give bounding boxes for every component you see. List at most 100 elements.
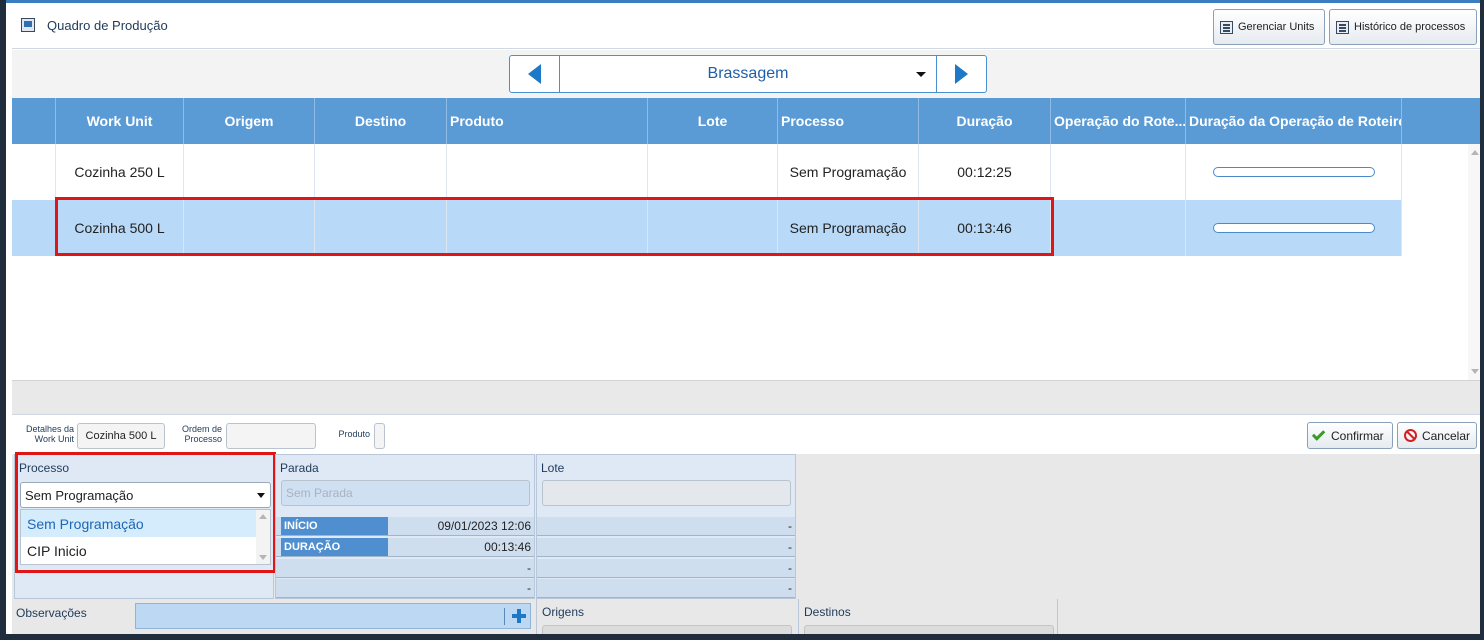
confirm-label: Confirmar — [1331, 428, 1384, 443]
history-list-icon — [1336, 20, 1349, 34]
observacoes-separator — [504, 608, 505, 625]
produto-label: Produto — [338, 429, 370, 439]
work-unit-details-label: Detalhes da Work Unit — [25, 424, 74, 444]
extra-value-1: - — [527, 561, 531, 575]
inicio-value: 09/01/2023 12:06 — [437, 519, 531, 533]
header-bar: Quadro de Produção Gerenciar Units Histó… — [12, 3, 1480, 49]
column-header-work-unit[interactable]: Work Unit — [56, 98, 184, 144]
column-header-duracao-operacao-roteiro[interactable]: Duração da Operação de Roteiro — [1186, 98, 1402, 144]
column-header-duracao[interactable]: Duração — [919, 98, 1051, 144]
destinos-label: Destinos — [804, 605, 851, 619]
app-window: Quadro de Produção Gerenciar Units Histó… — [0, 0, 1484, 640]
inicio-label: INÍCIO — [281, 517, 388, 535]
lote-cell — [648, 144, 778, 200]
lote-cell — [648, 200, 778, 256]
dropdown-scrollbar[interactable] — [256, 510, 270, 564]
lote-field[interactable] — [542, 480, 791, 506]
grid-body: Cozinha 250 L Sem Programação 00:12:25 C… — [12, 144, 1468, 380]
column-header-produto[interactable]: Produto — [447, 98, 648, 144]
stage-navigator: Brassagem — [509, 55, 987, 93]
origens-field[interactable] — [542, 625, 792, 634]
origem-cell — [184, 144, 315, 200]
origens-panel: Origens — [536, 599, 798, 634]
cancel-button[interactable]: Cancelar — [1397, 422, 1477, 449]
destinos-field[interactable] — [804, 625, 1054, 634]
observacoes-field[interactable] — [135, 603, 531, 629]
ordem-processo-label: Ordem de Processo — [181, 424, 222, 444]
work-unit-cell: Cozinha 500 L — [56, 200, 184, 256]
extra-row-1: - — [276, 559, 534, 578]
cancel-label: Cancelar — [1421, 428, 1470, 443]
production-board-icon — [21, 18, 35, 32]
processo-select-value: Sem Programação — [25, 487, 134, 503]
chevron-down-icon — [916, 72, 926, 77]
previous-stage-button[interactable] — [510, 56, 560, 92]
origem-cell — [184, 200, 315, 256]
historico-processos-label: Histórico de processos — [1354, 21, 1466, 33]
column-header-processo[interactable]: Processo — [778, 98, 919, 144]
column-header-indicator — [12, 98, 56, 144]
observacoes-label: Observações — [16, 606, 87, 620]
process-form: Processo Sem Programação Sem Programação… — [12, 452, 1480, 634]
lote-row-4-value: - — [788, 581, 792, 595]
gerenciar-units-button[interactable]: Gerenciar Units — [1213, 9, 1325, 45]
destino-cell — [315, 144, 447, 200]
gerenciar-units-label: Gerenciar Units — [1238, 21, 1315, 33]
destino-cell — [315, 200, 447, 256]
details-toolbar: Detalhes da Work Unit Cozinha 500 L Orde… — [12, 414, 1480, 454]
grid-scrollbar[interactable] — [1468, 144, 1480, 380]
processo-label: Processo — [19, 461, 70, 475]
lote-row-3-value: - — [788, 561, 792, 575]
operacao-cell — [1051, 144, 1186, 200]
lote-row-1-value: - — [788, 519, 792, 533]
processo-cell: Sem Programação — [778, 200, 919, 256]
table-row-selected[interactable]: Cozinha 500 L Sem Programação 00:13:46 — [12, 200, 1402, 256]
processo-select[interactable]: Sem Programação — [20, 482, 271, 508]
parada-label: Parada — [280, 461, 319, 475]
confirm-button[interactable]: Confirmar — [1307, 422, 1393, 449]
stage-navigator-row: Brassagem — [12, 50, 1480, 98]
ordem-processo-field[interactable] — [226, 423, 316, 449]
column-header-destino[interactable]: Destino — [315, 98, 447, 144]
lote-row-4: - — [537, 579, 795, 598]
lote-row-2: - — [537, 538, 795, 557]
lote-row-2-value: - — [788, 540, 792, 554]
grid-header: Work Unit Origem Destino Produto Lote Pr… — [12, 98, 1480, 144]
inicio-row: INÍCIO 09/01/2023 12:06 — [276, 517, 534, 536]
table-row[interactable]: Cozinha 250 L Sem Programação 00:12:25 — [12, 144, 1402, 200]
add-observacao-icon[interactable] — [512, 609, 526, 623]
scroll-up-icon[interactable] — [259, 514, 267, 519]
processo-dropdown-list: Sem Programação CIP Inicio — [20, 509, 271, 565]
processo-option-cip-inicio[interactable]: CIP Inicio — [21, 537, 257, 564]
column-header-origem[interactable]: Origem — [184, 98, 315, 144]
processo-cell: Sem Programação — [778, 144, 919, 200]
parada-field[interactable]: Sem Parada — [281, 480, 530, 506]
column-header-lote[interactable]: Lote — [648, 98, 778, 144]
scroll-up-icon[interactable] — [1471, 150, 1479, 155]
duracao-cell: 00:13:46 — [919, 200, 1051, 256]
processo-option-sem-programacao[interactable]: Sem Programação — [21, 510, 257, 537]
operacao-cell — [1051, 200, 1186, 256]
scroll-down-icon[interactable] — [259, 555, 267, 560]
page-title: Quadro de Produção — [47, 18, 168, 33]
scroll-down-icon[interactable] — [1471, 369, 1479, 374]
operacao-progress-cell — [1186, 144, 1402, 200]
stage-select-value: Brassagem — [707, 65, 789, 82]
work-unit-details-field[interactable]: Cozinha 500 L — [77, 423, 165, 449]
operacao-progress-bar — [1212, 223, 1375, 233]
duracao-row: DURAÇÃO 00:13:46 — [276, 538, 534, 557]
lote-label: Lote — [541, 461, 565, 475]
stage-select[interactable]: Brassagem — [560, 56, 936, 92]
units-icon — [1220, 20, 1233, 34]
produto-cell — [447, 200, 648, 256]
row-indicator-cell — [12, 200, 56, 256]
extra-row-2: - — [276, 579, 534, 598]
historico-processos-button[interactable]: Histórico de processos — [1329, 9, 1477, 45]
produto-field[interactable] — [374, 423, 385, 449]
produto-cell — [447, 144, 648, 200]
next-stage-button[interactable] — [936, 56, 986, 92]
cancel-icon — [1404, 429, 1417, 442]
arrow-left-icon — [528, 64, 541, 84]
column-header-operacao-roteiro[interactable]: Operação do Rote... — [1051, 98, 1186, 144]
operacao-progress-bar — [1212, 167, 1375, 177]
